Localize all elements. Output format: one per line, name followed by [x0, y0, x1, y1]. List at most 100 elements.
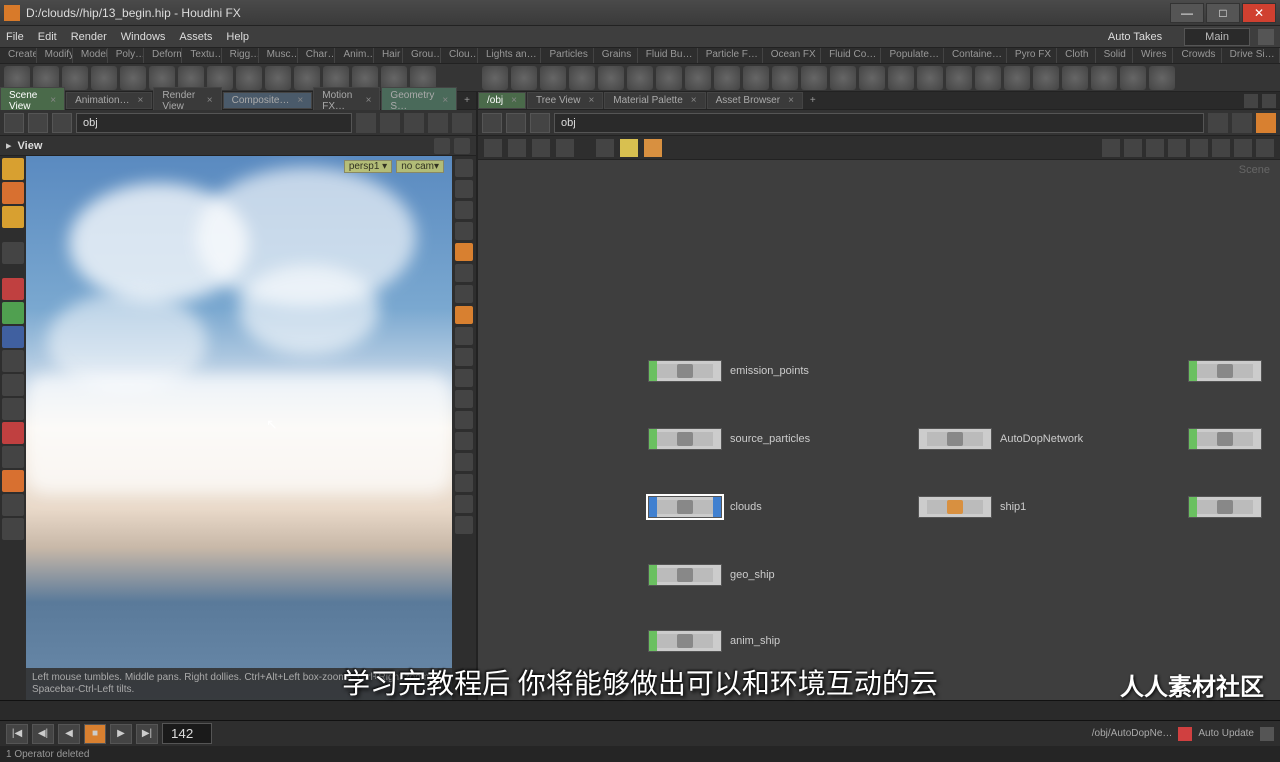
pane-opt1[interactable]	[1244, 94, 1258, 108]
nb-4[interactable]	[556, 139, 574, 157]
shelf-tool[interactable]	[91, 66, 117, 90]
menu-edit[interactable]: Edit	[38, 31, 57, 43]
rt-5[interactable]	[455, 264, 473, 282]
path-tool2[interactable]	[380, 113, 400, 133]
node-unnamed[interactable]	[1188, 360, 1262, 382]
nb-r5[interactable]	[1190, 139, 1208, 157]
tab-material[interactable]: Material Palette×	[604, 92, 705, 109]
stop[interactable]: ■	[84, 724, 106, 744]
shelf-tab[interactable]: Char…	[298, 48, 336, 63]
path-field-left[interactable]	[76, 113, 352, 133]
shelf-tab[interactable]: Wires	[1133, 48, 1173, 63]
shelf-tool[interactable]	[1120, 66, 1146, 90]
tool-r2[interactable]	[2, 422, 24, 444]
rt-light[interactable]	[455, 243, 473, 261]
tab-obj[interactable]: /obj×	[478, 92, 526, 109]
nb-7[interactable]	[644, 139, 662, 157]
shelf-tool[interactable]	[1091, 66, 1117, 90]
tool-r1[interactable]	[2, 278, 24, 300]
viewport[interactable]: persp1 ▾ no cam▾ ↖ Left mouse tumbles. M…	[0, 156, 476, 700]
view-opt1[interactable]	[434, 138, 450, 154]
update-opts[interactable]	[1260, 727, 1274, 741]
rt-13[interactable]	[455, 432, 473, 450]
tool-select[interactable]	[2, 158, 24, 180]
node-anim_ship[interactable]: anim_ship	[648, 630, 780, 652]
menu-render[interactable]: Render	[71, 31, 107, 43]
shelf-tab[interactable]: Grou…	[403, 48, 441, 63]
shelf-tool[interactable]	[598, 66, 624, 90]
node-unnamed[interactable]	[1188, 496, 1262, 518]
menu-assets[interactable]: Assets	[179, 31, 212, 43]
shelf-tab[interactable]: Rigg…	[222, 48, 259, 63]
nb-r3[interactable]	[1146, 139, 1164, 157]
shelf-tool[interactable]	[540, 66, 566, 90]
shelf-tab[interactable]: Drive Si…	[1222, 48, 1280, 63]
rt-4[interactable]	[455, 222, 473, 240]
close-button[interactable]: ✕	[1242, 3, 1276, 23]
shelf-tool[interactable]	[1062, 66, 1088, 90]
rt-2[interactable]	[455, 180, 473, 198]
path-tool3[interactable]	[404, 113, 424, 133]
nb-zoom[interactable]	[1234, 139, 1252, 157]
tool-arrow[interactable]	[2, 242, 24, 264]
nb-3[interactable]	[532, 139, 550, 157]
shelf-tool[interactable]	[888, 66, 914, 90]
menu-help[interactable]: Help	[226, 31, 249, 43]
shelf-tool[interactable]	[511, 66, 537, 90]
shelf-tab[interactable]: Model	[73, 48, 108, 63]
rt-1[interactable]	[455, 159, 473, 177]
tab-asset-browser[interactable]: Asset Browser×	[707, 92, 803, 109]
tool-3[interactable]	[2, 206, 24, 228]
menu-file[interactable]: File	[6, 31, 24, 43]
shelf-tool[interactable]	[714, 66, 740, 90]
shelf-tool[interactable]	[975, 66, 1001, 90]
tool-8[interactable]	[2, 470, 24, 492]
shelf-tool[interactable]	[236, 66, 262, 90]
shelf-tool[interactable]	[917, 66, 943, 90]
rt-11[interactable]	[455, 390, 473, 408]
goto-start[interactable]: |◀	[6, 724, 28, 744]
maximize-button[interactable]: □	[1206, 3, 1240, 23]
play-back[interactable]: ◀	[58, 724, 80, 744]
shelf-tab[interactable]: Clou…	[441, 48, 478, 63]
shelf-tab[interactable]: Pyro FX	[1007, 48, 1057, 63]
menu-windows[interactable]: Windows	[121, 31, 166, 43]
shelf-tool[interactable]	[685, 66, 711, 90]
shelf-tab[interactable]: Poly…	[108, 48, 144, 63]
nb-6[interactable]	[620, 139, 638, 157]
shelf-tab[interactable]: Textu…	[182, 48, 221, 63]
shelf-tab[interactable]: Fluid Bu…	[638, 48, 698, 63]
path-tool4[interactable]	[428, 113, 448, 133]
tab-animation[interactable]: Animation…×	[66, 92, 152, 109]
tool-7[interactable]	[2, 446, 24, 468]
shelf-tool[interactable]	[569, 66, 595, 90]
node-AutoDopNetwork[interactable]: AutoDopNetwork	[918, 428, 1083, 450]
nav-fwd[interactable]	[28, 113, 48, 133]
shelf-tab[interactable]: Containe…	[944, 48, 1007, 63]
nav-back[interactable]	[4, 113, 24, 133]
record-icon[interactable]	[1178, 727, 1192, 741]
shelf-tool[interactable]	[946, 66, 972, 90]
shelf-tab[interactable]: Particles	[541, 48, 593, 63]
nb-5[interactable]	[596, 139, 614, 157]
shelf-tab[interactable]: Hair	[374, 48, 403, 63]
shelf-tool[interactable]	[830, 66, 856, 90]
node-clouds[interactable]: clouds	[648, 496, 762, 518]
shelf-tab[interactable]: Crowds	[1173, 48, 1221, 63]
shelf-tool[interactable]	[801, 66, 827, 90]
viewport-canvas[interactable]: persp1 ▾ no cam▾ ↖ Left mouse tumbles. M…	[26, 156, 452, 700]
shelf-tool[interactable]	[656, 66, 682, 90]
shelf-tab[interactable]: Modify	[37, 48, 73, 63]
rt-14[interactable]	[455, 453, 473, 471]
nb-r6[interactable]	[1212, 139, 1230, 157]
path-tool5[interactable]	[452, 113, 472, 133]
tool-10[interactable]	[2, 518, 24, 540]
rt-3[interactable]	[455, 201, 473, 219]
tool-2[interactable]	[2, 182, 24, 204]
tab-add[interactable]: +	[458, 93, 476, 108]
shelf-tab[interactable]: Lights an…	[478, 48, 541, 63]
network-view[interactable]: Scene emission_pointssource_particlesclo…	[478, 160, 1280, 700]
node-source_particles[interactable]: source_particles	[648, 428, 810, 450]
node-geo_ship[interactable]: geo_ship	[648, 564, 775, 586]
take-selector[interactable]: Main	[1184, 28, 1250, 46]
